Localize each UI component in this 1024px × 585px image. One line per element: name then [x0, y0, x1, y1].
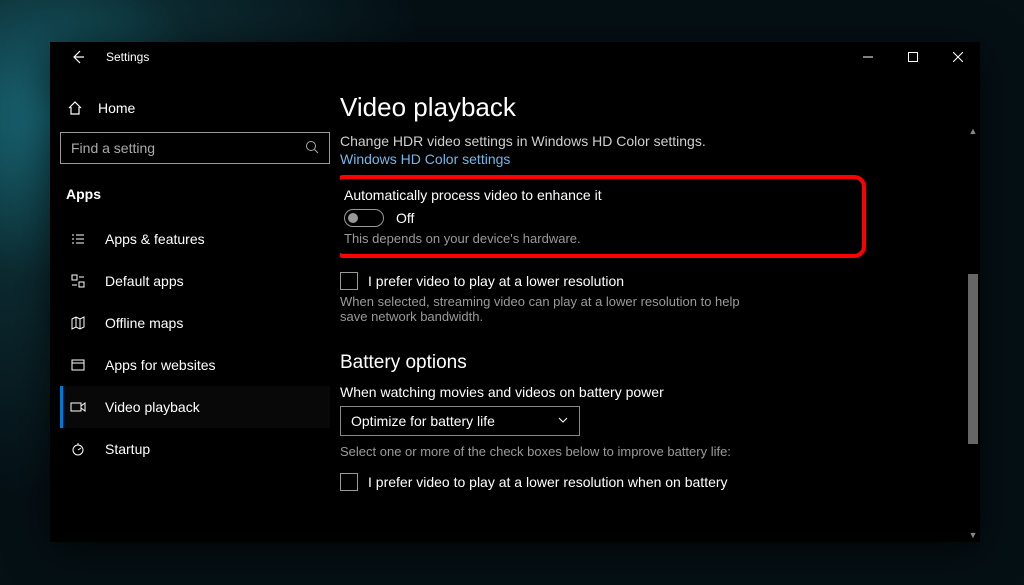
lower-resolution-hint: When selected, streaming video can play … — [340, 294, 740, 324]
hdr-settings-link[interactable]: Windows HD Color settings — [340, 151, 944, 167]
battery-when-label: When watching movies and videos on batte… — [340, 384, 944, 400]
battery-options-heading: Battery options — [340, 352, 944, 374]
search-input[interactable]: Find a setting — [60, 132, 330, 164]
back-arrow-icon — [71, 50, 85, 64]
minimize-button[interactable] — [845, 42, 890, 72]
scroll-thumb[interactable] — [968, 274, 978, 444]
sidebar: Home Find a setting Apps Apps & features — [50, 72, 340, 542]
scroll-up-icon[interactable]: ▲ — [966, 124, 980, 138]
home-label: Home — [98, 100, 135, 116]
sidebar-item-apps-for-websites[interactable]: Apps for websites — [60, 344, 330, 386]
list-icon — [69, 231, 87, 247]
scroll-down-icon[interactable]: ▼ — [966, 528, 980, 542]
sidebar-section-header: Apps — [60, 178, 330, 218]
toggle-state: Off — [396, 210, 414, 226]
sidebar-item-video-playback[interactable]: Video playback — [60, 386, 330, 428]
content-area: Video playback Change HDR video settings… — [340, 72, 980, 542]
highlighted-section: Automatically process video to enhance i… — [340, 175, 866, 258]
sidebar-home[interactable]: Home — [60, 90, 330, 126]
battery-improve-text: Select one or more of the check boxes be… — [340, 444, 944, 459]
sidebar-item-label: Offline maps — [105, 315, 183, 331]
defaults-icon — [69, 273, 87, 289]
battery-lower-res-label: I prefer video to play at a lower resolu… — [368, 474, 728, 490]
lower-resolution-label: I prefer video to play at a lower resolu… — [368, 273, 624, 289]
dropdown-value: Optimize for battery life — [351, 413, 495, 429]
auto-enhance-toggle[interactable] — [344, 209, 384, 227]
minimize-icon — [863, 52, 873, 62]
battery-lower-res-checkbox[interactable] — [340, 473, 358, 491]
sidebar-item-apps-features[interactable]: Apps & features — [60, 218, 330, 260]
sidebar-item-startup[interactable]: Startup — [60, 428, 330, 470]
video-icon — [69, 399, 87, 415]
toggle-knob — [348, 213, 358, 223]
search-icon — [305, 140, 319, 157]
hdr-description: Change HDR video settings in Windows HD … — [340, 133, 944, 149]
search-placeholder: Find a setting — [71, 140, 155, 156]
back-button[interactable] — [60, 42, 96, 72]
lower-resolution-checkbox[interactable] — [340, 272, 358, 290]
sidebar-item-label: Apps & features — [105, 231, 205, 247]
window-title: Settings — [106, 50, 149, 64]
chevron-down-icon — [557, 413, 569, 429]
close-button[interactable] — [935, 42, 980, 72]
page-title: Video playback — [340, 92, 944, 123]
website-icon — [69, 357, 87, 373]
sidebar-item-label: Startup — [105, 441, 150, 457]
titlebar: Settings — [50, 42, 980, 72]
home-icon — [66, 100, 84, 116]
startup-icon — [69, 441, 87, 457]
maximize-button[interactable] — [890, 42, 935, 72]
window-controls — [845, 42, 980, 72]
battery-optimize-dropdown[interactable]: Optimize for battery life — [340, 406, 580, 436]
sidebar-item-label: Apps for websites — [105, 357, 216, 373]
sidebar-item-default-apps[interactable]: Default apps — [60, 260, 330, 302]
auto-enhance-hint: This depends on your device's hardware. — [344, 231, 602, 246]
close-icon — [953, 52, 963, 62]
auto-enhance-label: Automatically process video to enhance i… — [344, 187, 602, 203]
sidebar-item-label: Video playback — [105, 399, 200, 415]
sidebar-item-offline-maps[interactable]: Offline maps — [60, 302, 330, 344]
maximize-icon — [908, 52, 918, 62]
map-icon — [69, 315, 87, 331]
settings-window: Settings Home Find a setting — [50, 42, 980, 542]
scrollbar[interactable]: ▲ ▼ — [966, 124, 980, 542]
sidebar-item-label: Default apps — [105, 273, 184, 289]
